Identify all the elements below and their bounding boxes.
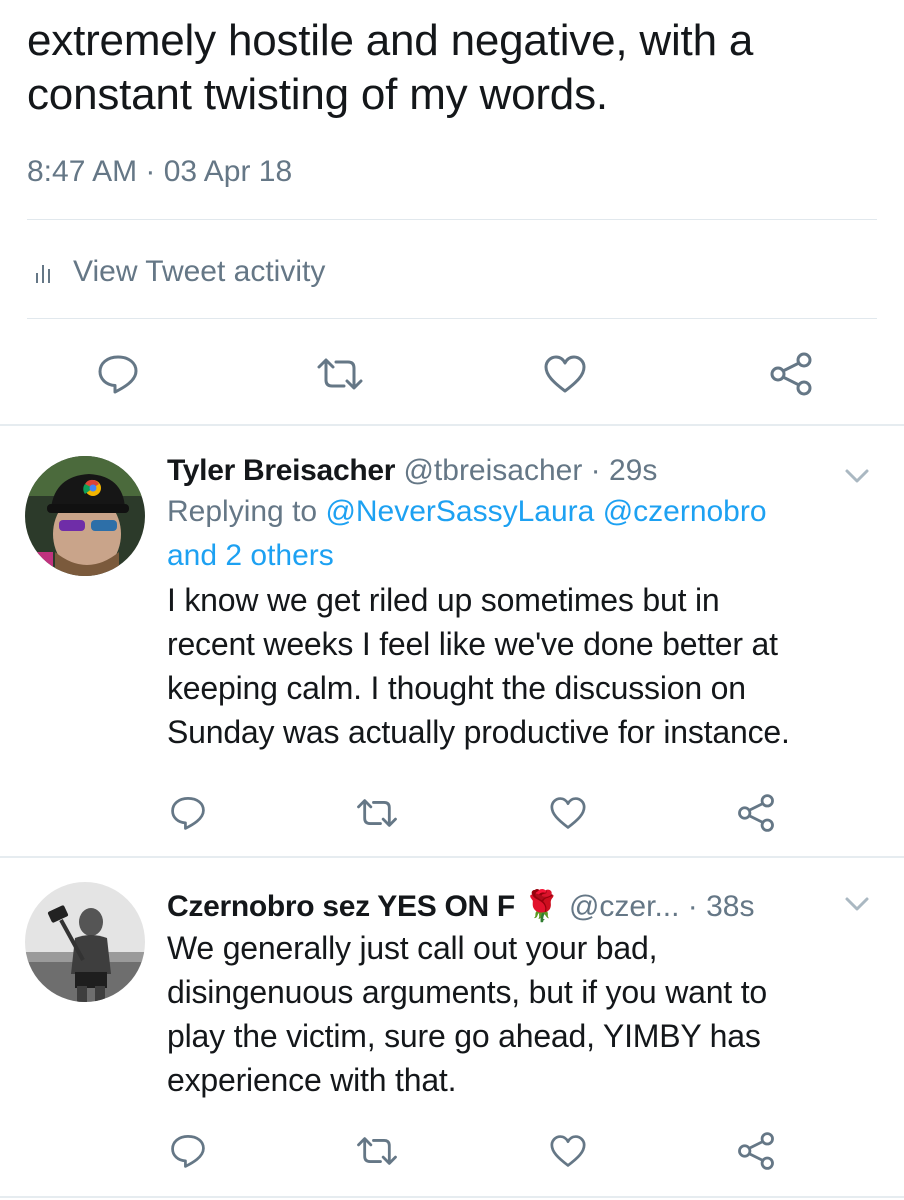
chevron-down-icon[interactable] [844, 466, 870, 486]
reply-tweet[interactable]: Tyler Breisacher @tbreisacher · 29s Repl… [0, 426, 904, 856]
user-handle[interactable]: @czer... [569, 890, 679, 923]
replying-to: Replying to @NeverSassyLaura @czernobro … [167, 490, 867, 578]
reply-header: Czernobro sez YES ON F 🌹 @czer... · 38s [167, 888, 867, 926]
share-icon [770, 352, 812, 396]
retweet-icon [357, 1137, 397, 1165]
main-tweet: extremely hostile and negative, with a c… [0, 0, 904, 424]
replying-to-label: Replying to [167, 495, 326, 528]
main-tweet-actions [0, 346, 904, 402]
heart-icon [550, 797, 586, 829]
retweet-button[interactable] [352, 788, 402, 838]
reply-body: Czernobro sez YES ON F 🌹 @czer... · 38s … [167, 888, 867, 1102]
display-name[interactable]: Czernobro sez YES ON F [167, 890, 515, 923]
reply-icon [98, 355, 138, 394]
divider [27, 219, 877, 220]
reply-icon [171, 797, 205, 830]
divider [27, 318, 877, 319]
main-tweet-text: extremely hostile and negative, with a c… [27, 14, 887, 122]
reply-text-line: We generally just call out your bad, [167, 930, 658, 966]
separator [0, 1196, 904, 1198]
reply-actions [0, 1126, 904, 1176]
reply-icon [171, 1135, 205, 1168]
separator-dot: · [582, 454, 609, 487]
bar-chart-icon [36, 265, 50, 283]
chevron-down-icon[interactable] [844, 894, 870, 914]
view-tweet-activity-link[interactable]: View Tweet activity [27, 252, 325, 292]
like-button[interactable] [541, 346, 589, 402]
like-button[interactable] [546, 788, 590, 838]
main-tweet-text-line: extremely hostile and negative, with a [27, 16, 754, 65]
rose-emoji: 🌹 [523, 890, 561, 923]
reply-text-line: keeping calm. I thought the discussion o… [167, 670, 746, 706]
share-button[interactable] [767, 346, 815, 402]
reply-header: Tyler Breisacher @tbreisacher · 29s [167, 452, 867, 490]
reply-text-line: experience with that. [167, 1062, 457, 1098]
mention-link[interactable]: @czernobro [603, 495, 767, 528]
reply-tweet[interactable]: Czernobro sez YES ON F 🌹 @czer... · 38s … [0, 858, 904, 1200]
share-icon [738, 1132, 774, 1170]
reply-button[interactable] [94, 346, 142, 402]
main-tweet-text-line: constant twisting of my words. [27, 70, 608, 119]
separator-dot: · [679, 890, 707, 923]
reply-text-line: disingenuous arguments, but if you want … [167, 974, 767, 1010]
view-tweet-activity-label: View Tweet activity [73, 255, 326, 288]
reply-actions [0, 788, 904, 838]
reply-text-line: I know we get riled up sometimes but in [167, 582, 720, 618]
retweet-icon [317, 358, 363, 390]
share-button[interactable] [734, 788, 778, 838]
retweet-icon [357, 799, 397, 827]
retweet-button[interactable] [312, 346, 368, 402]
user-handle[interactable]: @tbreisacher [403, 454, 582, 487]
others-link[interactable]: and 2 others [167, 539, 334, 572]
reply-button[interactable] [166, 1126, 210, 1176]
display-name[interactable]: Tyler Breisacher [167, 454, 395, 487]
reply-text: I know we get riled up sometimes but in … [167, 578, 867, 754]
tweet-age: 29s [609, 454, 658, 487]
reply-text-line: recent weeks I feel like we've done bett… [167, 626, 778, 662]
reply-body: Tyler Breisacher @tbreisacher · 29s Repl… [167, 452, 867, 754]
heart-icon [550, 1135, 586, 1167]
share-button[interactable] [734, 1126, 778, 1176]
avatar-image [25, 456, 145, 576]
heart-icon [544, 355, 586, 393]
like-button[interactable] [546, 1126, 590, 1176]
share-icon [738, 794, 774, 832]
tweet-timestamp: 8:47 AM · 03 Apr 18 [27, 155, 293, 188]
avatar-image [25, 882, 145, 1002]
retweet-button[interactable] [352, 1126, 402, 1176]
reply-text: We generally just call out your bad, dis… [167, 926, 867, 1102]
reply-text-line: play the victim, sure go ahead, YIMBY ha… [167, 1018, 761, 1054]
avatar[interactable] [25, 456, 145, 576]
tweet-age: 38s [706, 890, 755, 923]
avatar[interactable] [25, 882, 145, 1002]
reply-button[interactable] [166, 788, 210, 838]
reply-text-line: Sunday was actually productive for insta… [167, 714, 790, 750]
mention-link[interactable]: @NeverSassyLaura [325, 495, 594, 528]
